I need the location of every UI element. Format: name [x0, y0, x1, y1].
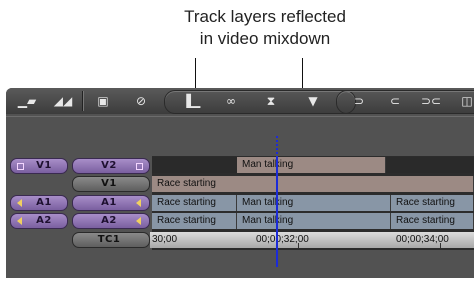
record-track-label: V1 [101, 178, 117, 189]
no-entry-icon[interactable]: ⊘ [124, 92, 158, 110]
v1-clip-race-starting[interactable]: Race starting [152, 176, 474, 192]
marker-icon[interactable]: ▼ [296, 92, 330, 110]
callout-line-2: in video mixdown [199, 29, 331, 48]
a1-clip-race-starting[interactable]: Race starting [391, 195, 474, 211]
splice-icon[interactable]: ∞ [214, 92, 248, 110]
a2-clip-race-starting[interactable]: Race starting [391, 213, 474, 229]
timecode-tick [298, 243, 299, 248]
a1-clip-race-starting[interactable]: Race starting [152, 195, 237, 211]
record-track-label: TC1 [97, 234, 121, 245]
monitor-icon [136, 163, 143, 170]
speaker-icon [17, 217, 22, 225]
record-track-tc1[interactable]: TC1 [72, 232, 150, 248]
source-track-a1[interactable]: A1 [10, 195, 68, 211]
monitor-icon [17, 163, 24, 170]
source-track-v1[interactable]: V1 [10, 158, 68, 174]
mark-in-icon[interactable]: ⊃ [342, 92, 376, 110]
clear-icon[interactable]: ◫ [450, 92, 474, 110]
timecode-label: 30;00 [152, 234, 178, 245]
record-track-a2[interactable]: A2 [72, 213, 150, 229]
callout: Track layers reflected in video mixdown [140, 6, 390, 50]
position-indicator-handle[interactable] [276, 136, 278, 158]
record-track-v2[interactable]: V2 [72, 158, 150, 174]
lift-overwrite-icon[interactable]: ◢◢ [46, 92, 80, 110]
record-track-label: V2 [101, 160, 117, 171]
a1-clip-man-talking[interactable]: Man talking [237, 195, 391, 211]
source-track-a2[interactable]: A2 [10, 213, 68, 229]
speaker-icon [17, 199, 22, 207]
record-track-label: A2 [101, 215, 117, 226]
segment-mode-icon[interactable]: ▁▰ [10, 92, 44, 110]
position-indicator[interactable] [276, 157, 278, 267]
mark-out-icon[interactable]: ⊂ [378, 92, 412, 110]
keyframe-icon[interactable]: ⧗ [254, 92, 288, 110]
panel-divider [6, 116, 474, 117]
toolbar-separator [82, 91, 83, 111]
timecode-tick [440, 243, 441, 248]
v2-filler [386, 157, 474, 173]
monitor-icon[interactable]: ▣ [86, 92, 120, 110]
record-track-a1[interactable]: A1 [72, 195, 150, 211]
source-track-label: A1 [36, 197, 52, 208]
a2-clip-race-starting[interactable]: Race starting [152, 213, 237, 229]
speaker-icon [136, 217, 141, 225]
record-track-v1[interactable]: V1 [72, 176, 150, 192]
source-track-label: A2 [36, 215, 52, 226]
source-track-label: V1 [36, 160, 52, 171]
timeline-toolbar: ▁▰ ◢◢ ▣ ⊘ ▐▁ ∞ ⧗ ▼ ⊃ ⊂ ⊃⊂ ◫ [6, 88, 474, 114]
mark-clip-icon[interactable]: ⊃⊂ [414, 92, 448, 110]
callout-line-1: Track layers reflected [184, 7, 346, 26]
speaker-icon [136, 199, 141, 207]
timecode-ruler[interactable]: 30;00 00;00;32;00 00;00;34;00 [150, 232, 474, 248]
v2-clip-man-talking[interactable]: Man talking [237, 157, 386, 173]
a2-clip-man-talking[interactable]: Man talking [237, 213, 391, 229]
record-track-label: A1 [101, 197, 117, 208]
timecode-label: 00;00;32;00 [256, 234, 309, 245]
trim-icon[interactable]: ▐▁ [174, 92, 208, 110]
v2-filler [152, 157, 237, 173]
